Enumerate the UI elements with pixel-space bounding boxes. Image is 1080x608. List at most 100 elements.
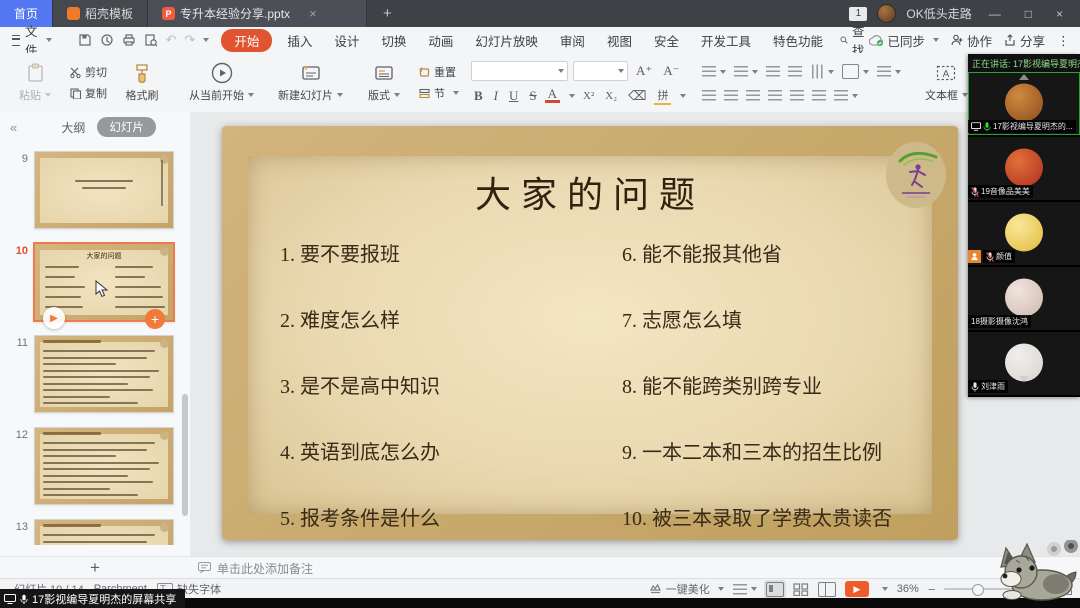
increase-indent-icon[interactable] bbox=[784, 62, 806, 81]
columns-icon[interactable] bbox=[808, 88, 830, 103]
user-avatar[interactable] bbox=[877, 4, 896, 23]
smartart-convert-icon[interactable] bbox=[830, 88, 862, 103]
menu-tab-10[interactable]: 开发工具 bbox=[690, 29, 762, 52]
slide-thumbnail-9[interactable] bbox=[34, 151, 174, 229]
bullet-list-icon[interactable] bbox=[698, 62, 730, 81]
beautify-button[interactable]: 一键美化 bbox=[649, 581, 724, 597]
quickaccess-caret-icon[interactable] bbox=[203, 38, 209, 42]
print-preview-icon[interactable] bbox=[144, 32, 158, 48]
add-slide-button[interactable]: + bbox=[0, 558, 190, 578]
sync-status[interactable]: 已同步 bbox=[869, 31, 940, 50]
align-right-icon[interactable] bbox=[742, 88, 764, 103]
print-icon[interactable] bbox=[122, 32, 136, 48]
notes-toggle[interactable] bbox=[733, 584, 757, 595]
normal-view-button[interactable] bbox=[766, 582, 784, 597]
minimize-button[interactable]: — bbox=[982, 7, 1008, 21]
format-painter-button[interactable]: 格式刷 bbox=[113, 60, 171, 105]
menu-tab-8[interactable]: 视图 bbox=[596, 29, 643, 52]
font-color-button[interactable]: A bbox=[545, 88, 560, 103]
slide-thumbnail-12[interactable] bbox=[34, 427, 174, 505]
close-button[interactable]: × bbox=[1049, 7, 1070, 21]
participant-tile-4[interactable]: 18摄影摄像沈鸿 bbox=[968, 267, 1080, 330]
align-center-icon[interactable] bbox=[720, 88, 742, 103]
panel-scrollbar[interactable] bbox=[182, 394, 188, 516]
restore-button[interactable]: □ bbox=[1018, 7, 1039, 21]
export-icon[interactable] bbox=[100, 32, 114, 48]
menu-tab-1[interactable]: 开始 bbox=[221, 29, 272, 52]
italic-button[interactable]: I bbox=[491, 88, 501, 104]
tab-docer-templates[interactable]: 稻壳模板 bbox=[53, 0, 148, 27]
slide-sorter-button[interactable] bbox=[793, 583, 809, 596]
play-from-current-button[interactable]: 从当前开始 bbox=[183, 60, 260, 105]
collaborate-button[interactable]: 协作 bbox=[951, 31, 992, 50]
font-color-caret-icon[interactable] bbox=[569, 94, 575, 98]
question-column-right[interactable]: 6. 能不能报其他省7. 志愿怎么填8. 能不能跨类别跨专业9. 一本二本和三本… bbox=[622, 238, 892, 531]
slideshow-caret-icon[interactable] bbox=[882, 587, 888, 591]
participant-tile-2[interactable]: 19音像品美美 bbox=[968, 137, 1080, 200]
new-slide-button[interactable]: 新建幻灯片 bbox=[272, 60, 349, 105]
decrease-indent-icon[interactable] bbox=[762, 62, 784, 81]
decrease-font-icon[interactable]: A⁻ bbox=[660, 63, 682, 79]
textbox-button[interactable]: A 文本框 bbox=[917, 60, 975, 105]
tab-slides[interactable]: 幻灯片 bbox=[97, 117, 156, 137]
menu-tab-9[interactable]: 安全 bbox=[643, 29, 690, 52]
undo-icon[interactable]: ↶ bbox=[166, 32, 177, 48]
tab-close-icon[interactable]: × bbox=[309, 6, 317, 21]
slide-thumbnail-13[interactable] bbox=[34, 519, 174, 545]
more-menu-icon[interactable]: ⋮ bbox=[1057, 33, 1070, 48]
bold-button[interactable]: B bbox=[471, 88, 486, 104]
slide-canvas[interactable]: 大家的问题 1. 要不要报班2. 难度怎么样3. 是不是高中知识4. 英语到底怎… bbox=[222, 126, 958, 540]
slideshow-play-button[interactable]: ▶ bbox=[845, 581, 869, 597]
share-button[interactable]: 分享 bbox=[1004, 31, 1045, 50]
increase-font-icon[interactable]: A⁺ bbox=[633, 63, 655, 79]
question-column-left[interactable]: 1. 要不要报班2. 难度怎么样3. 是不是高中知识4. 英语到底怎么办5. 报… bbox=[280, 238, 440, 531]
reading-view-button[interactable] bbox=[818, 582, 836, 597]
collapse-panel-icon[interactable]: « bbox=[0, 120, 27, 135]
font-size-combo[interactable] bbox=[573, 61, 628, 81]
align-left-icon[interactable] bbox=[698, 88, 720, 103]
paste-button[interactable]: 粘贴 bbox=[6, 60, 64, 105]
line-spacing-icon[interactable] bbox=[873, 62, 905, 81]
menu-tab-3[interactable]: 设计 bbox=[323, 29, 370, 52]
text-direction-icon[interactable] bbox=[806, 62, 838, 81]
tab-outline[interactable]: 大纲 bbox=[61, 119, 85, 136]
menu-tab-5[interactable]: 动画 bbox=[417, 29, 464, 52]
notes-bar[interactable]: 单击此处添加备注 bbox=[190, 560, 313, 577]
menu-tab-2[interactable]: 插入 bbox=[276, 29, 323, 52]
expand-panel-arrow-icon[interactable] bbox=[1019, 376, 1029, 382]
slide-thumbnail-11[interactable] bbox=[34, 335, 174, 413]
phonetic-guide-button[interactable]: 拼 bbox=[654, 87, 671, 105]
slide-thumbnail-10[interactable]: 大家的问题▶+ bbox=[33, 242, 175, 322]
message-count-badge[interactable]: 1 bbox=[849, 7, 867, 21]
layout-button[interactable]: 版式 bbox=[355, 60, 413, 105]
menu-tab-11[interactable]: 特色功能 bbox=[762, 29, 834, 52]
menu-tab-6[interactable]: 幻灯片放映 bbox=[464, 29, 549, 52]
participant-tile-1[interactable]: 17影视编导夏明杰的... bbox=[968, 72, 1080, 135]
redo-icon[interactable]: ↷ bbox=[184, 32, 195, 48]
save-icon[interactable] bbox=[78, 32, 92, 48]
slide-editor-area[interactable]: 大家的问题 1. 要不要报班2. 难度怎么样3. 是不是高中知识4. 英语到底怎… bbox=[190, 112, 1080, 556]
zoom-level[interactable]: 36% bbox=[897, 583, 919, 595]
numbered-list-icon[interactable] bbox=[730, 62, 762, 81]
copy-button[interactable]: 复制 bbox=[70, 85, 107, 101]
participant-tile-3[interactable]: 颜值 bbox=[968, 202, 1080, 265]
menu-tab-4[interactable]: 切换 bbox=[370, 29, 417, 52]
strikethrough-button[interactable]: S bbox=[526, 88, 539, 104]
thumbnail-play-button[interactable]: ▶ bbox=[43, 307, 65, 329]
cut-button[interactable]: 剪切 bbox=[70, 64, 107, 80]
menu-tab-7[interactable]: 审阅 bbox=[549, 29, 596, 52]
reset-button[interactable]: 重置 bbox=[419, 64, 459, 80]
font-name-combo[interactable] bbox=[471, 61, 568, 81]
meeting-panel[interactable]: 正在讲话: 17影视编导夏明杰 17影视编导夏明杰的...19音像品美美颜值18… bbox=[968, 54, 1080, 397]
clear-format-icon[interactable]: ⌫ bbox=[625, 88, 649, 104]
subscript-button[interactable]: X₂ bbox=[602, 90, 620, 102]
slide-title[interactable]: 大家的问题 bbox=[222, 166, 958, 218]
participant-tile-5[interactable]: 刘津雨 bbox=[968, 332, 1080, 395]
collapse-panel-arrow-icon[interactable] bbox=[1019, 74, 1029, 80]
justify-icon[interactable] bbox=[764, 88, 786, 103]
distribute-icon[interactable] bbox=[786, 88, 808, 103]
thumbnail-add-button[interactable]: + bbox=[145, 309, 165, 329]
section-button[interactable]: 节 bbox=[419, 85, 459, 101]
superscript-button[interactable]: X² bbox=[580, 90, 597, 102]
tab-document[interactable]: P 专升本经验分享.pptx × bbox=[148, 0, 367, 27]
